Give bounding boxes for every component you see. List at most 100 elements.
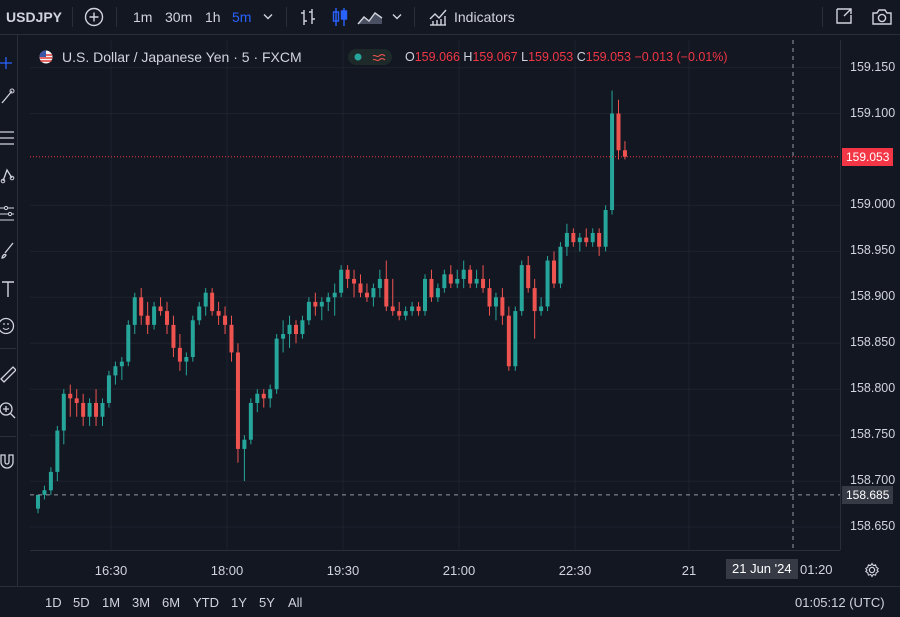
market-open-icon [354,53,362,61]
patterns-icon[interactable] [0,166,16,186]
zoom-in-icon[interactable] [0,401,16,421]
candle-body [261,393,266,399]
ruler-icon[interactable] [0,363,16,383]
range-1d-button[interactable]: 1D [45,595,62,610]
candle-body [352,278,357,284]
candle-body [558,246,563,284]
candle-body [287,324,292,335]
candle-body [306,301,311,321]
candle-body [126,324,131,362]
candle-body [139,297,144,316]
candle-body [274,338,279,390]
candle-body [203,292,208,307]
candles-style-icon[interactable] [330,6,350,28]
candle-body [513,311,518,367]
candle-body [55,430,60,472]
toolbar-divider [72,7,73,27]
candle-body [622,150,627,157]
fullscreen-icon[interactable] [834,6,854,26]
interval-1m-button[interactable]: 1m [133,0,152,34]
high-value: 159.067 [472,50,518,64]
candle-body [281,334,286,339]
candle-body [468,269,473,284]
candle-body [119,361,124,367]
candle-body [113,366,118,376]
candlestick-chart [30,40,840,550]
text-tool-icon[interactable] [0,279,16,299]
time-tick-label: 16:30 [94,563,128,578]
range-3m-button[interactable]: 3M [132,595,150,610]
drawing-toolbar [0,35,18,586]
market-status-badge[interactable] [348,49,392,65]
candle-body [552,260,556,284]
candle-body [603,210,608,247]
emoji-icon[interactable] [0,316,16,336]
crosshair-time-label: 21 Jun '24 [726,559,798,579]
range-5y-button[interactable]: 5Y [259,595,275,610]
area-chart-style-icon[interactable] [357,7,383,27]
time-axis[interactable]: 16:30 18:00 19:30 21:00 22:30 21 [30,550,840,587]
settings-gear-icon[interactable] [864,562,880,578]
range-1m-button[interactable]: 1M [102,595,120,610]
camera-icon[interactable] [871,7,893,27]
candle-body [171,324,176,348]
candle-body [100,402,105,417]
price-tick-label: 158.850 [850,335,896,350]
symbol-search-button[interactable]: USDJPY [6,0,62,34]
candle-body [87,402,92,417]
candle-body [223,315,228,325]
range-1y-button[interactable]: 1Y [231,595,247,610]
magnet-icon[interactable] [0,451,16,471]
us-flag-icon [39,50,53,64]
candle-body [313,301,318,307]
time-tick-label: 22:30 [558,563,592,578]
candle-body [610,113,615,210]
candle-body [526,265,531,289]
chevron-down-icon[interactable] [392,13,402,21]
forecasting-icon[interactable] [0,204,16,224]
candle-body [493,297,498,307]
candle-body [429,278,434,298]
candle-body [584,237,589,243]
candle-body [300,320,305,335]
chevron-down-icon[interactable] [263,13,273,21]
fib-retracement-icon[interactable] [0,128,16,148]
price-tick-label: 158.800 [850,381,896,396]
trend-line-icon[interactable] [0,87,16,107]
candle-body [332,292,337,298]
indicators-button[interactable]: Indicators [454,0,515,34]
candle-body [319,301,324,307]
candle-body [416,306,421,312]
candle-body [500,297,505,316]
interval-30m-button[interactable]: 30m [165,0,192,34]
candle-body [423,278,427,312]
candle-body [294,324,298,335]
candle-body [571,232,576,243]
candle-body [235,352,240,449]
add-symbol-icon[interactable] [84,7,104,27]
data-wave-icon [372,53,386,62]
crosshair-icon[interactable] [0,53,16,73]
candle-body [539,306,544,312]
candle-body [371,288,376,298]
range-6m-button[interactable]: 6M [162,595,180,610]
utc-clock[interactable]: 01:05:12 (UTC) [795,595,885,610]
candle-body [487,288,492,307]
interval-1h-button[interactable]: 1h [205,0,221,34]
candle-body [36,494,40,509]
range-ytd-button[interactable]: YTD [193,595,219,610]
candle-body [94,402,99,417]
indicators-icon[interactable] [428,7,448,27]
time-tick-label: 21 [681,563,697,578]
symbol-title[interactable]: U.S. Dollar / Japanese Yen · 5 · FXCM [62,46,302,68]
interval-5m-button[interactable]: 5m [232,0,251,34]
candle-body [577,237,582,243]
bar-chart-style-icon[interactable] [298,7,318,27]
candle-body [506,315,511,367]
time-tick-label: 19:30 [326,563,360,578]
chart-pane[interactable] [30,40,840,550]
brush-icon[interactable] [0,241,16,261]
range-all-button[interactable]: All [288,595,302,610]
price-axis[interactable]: 159.150 159.100 159.000 158.950 158.900 158.8… [840,40,900,550]
range-5d-button[interactable]: 5D [73,595,90,610]
